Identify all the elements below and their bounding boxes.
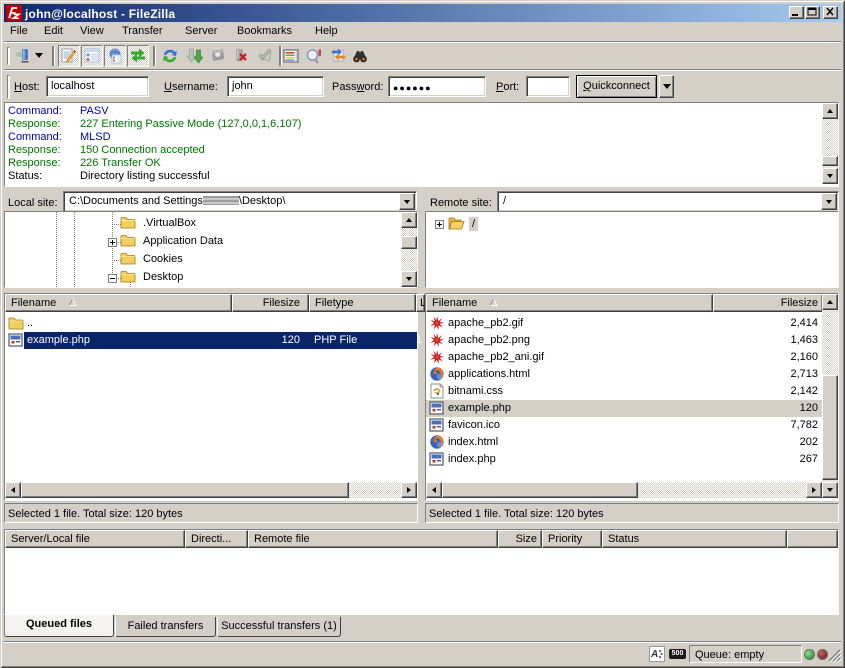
svg-text:A: A — [650, 649, 658, 660]
